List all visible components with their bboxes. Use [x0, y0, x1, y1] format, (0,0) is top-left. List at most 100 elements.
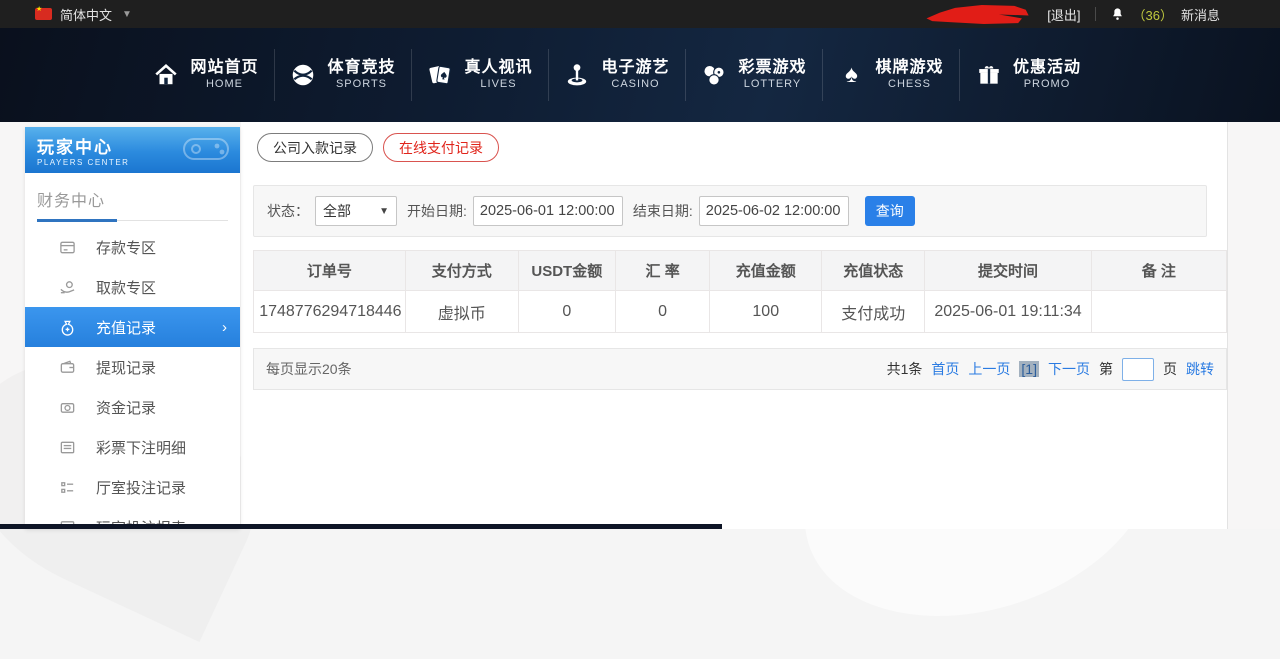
jump-go-link[interactable]: 跳转 [1186, 359, 1214, 379]
sidebar-item-room-bet-records[interactable]: 厅室投注记录 [25, 467, 240, 507]
col-recharge-status: 充值状态 [822, 251, 925, 291]
top-bar: 简体中文 ▼ [退出] （36） 新消息 [0, 0, 1280, 28]
record-type-tabs: 公司入款记录 在线支付记录 [257, 133, 1227, 162]
nav-label-zh: 真人视讯 [464, 58, 532, 78]
nav-label-zh: 电子游艺 [601, 58, 669, 78]
table-header-row: 订单号 支付方式 USDT金额 汇 率 充值金额 充值状态 提交时间 备 注 [254, 251, 1227, 291]
gift-icon [976, 62, 1002, 88]
cell-payment-method: 虚拟币 [405, 291, 518, 333]
nav-label-en: HOME [206, 78, 243, 92]
recharge-records-table: 订单号 支付方式 USDT金额 汇 率 充值金额 充值状态 提交时间 备 注 1… [253, 250, 1227, 333]
finance-section-label: 财务中心 [37, 193, 105, 210]
nav-item-sports[interactable]: 体育竞技SPORTS [275, 49, 412, 101]
nav-label-en: PROMO [1024, 78, 1071, 92]
home-icon [153, 62, 179, 88]
col-recharge-amount: 充值金额 [710, 251, 822, 291]
playing-cards-icon [427, 62, 453, 88]
finance-section-header: 财务中心 [25, 173, 240, 220]
start-date-label: 开始日期: [407, 201, 467, 221]
first-page-link[interactable]: 首页 [931, 359, 959, 379]
tab-online-payment-records[interactable]: 在线支付记录 [383, 133, 499, 162]
list-document-icon [59, 439, 76, 456]
nav-item-chess[interactable]: ♠ 棋牌游戏CHESS [823, 49, 960, 101]
sidebar-item-withdrawal-records[interactable]: 提现记录 [25, 347, 240, 387]
hand-coin-icon [59, 279, 76, 296]
start-date-input[interactable] [473, 196, 623, 226]
cell-recharge-amount: 100 [710, 291, 822, 333]
sports-ball-icon [290, 62, 316, 88]
chevron-down-icon: ▼ [122, 9, 132, 20]
page-jump-input[interactable] [1122, 358, 1154, 381]
nav-label-zh: 体育竞技 [327, 58, 395, 78]
jump-prefix-label: 第 [1099, 359, 1113, 379]
sidebar-item-deposit-zone[interactable]: 存款专区 [25, 227, 240, 267]
message-count-badge[interactable]: （36） [1133, 5, 1173, 24]
jump-suffix-label: 页 [1163, 359, 1177, 379]
cell-remark [1091, 291, 1226, 333]
lottery-balls-icon [701, 62, 727, 88]
col-order-no: 订单号 [254, 251, 406, 291]
cell-order-no: 1748776294718446 [254, 291, 406, 333]
cell-usdt-amount: 0 [518, 291, 615, 333]
col-payment-method: 支付方式 [405, 251, 518, 291]
money-bag-icon [59, 319, 76, 336]
col-exchange-rate: 汇 率 [615, 251, 709, 291]
tab-company-deposit-records[interactable]: 公司入款记录 [257, 133, 373, 162]
sidebar-item-withdraw-zone[interactable]: 取款专区 [25, 267, 240, 307]
divider [1095, 7, 1096, 21]
sidebar-item-funds-records[interactable]: 资金记录 [25, 387, 240, 427]
per-page-label: 每页显示20条 [266, 359, 352, 379]
col-submit-time: 提交时间 [925, 251, 1091, 291]
sidebar-item-label: 存款专区 [96, 237, 156, 258]
nav-label-zh: 棋牌游戏 [875, 58, 943, 78]
logout-button[interactable]: [退出] [1047, 5, 1080, 24]
chevron-down-icon: ▼ [379, 206, 389, 217]
content-area: 玩家中心 PLAYERS CENTER 财务中心 存款专区 [0, 122, 1280, 529]
filter-bar: 状态： 全部 ▼ 开始日期: 结束日期: 查询 [253, 185, 1207, 237]
nav-label-en: CHESS [888, 78, 931, 92]
joystick-icon [564, 62, 590, 88]
deposit-card-icon [59, 239, 76, 256]
section-divider [37, 220, 228, 221]
bullet-list-icon [59, 479, 76, 496]
sidebar-item-label: 彩票下注明细 [96, 437, 186, 458]
col-usdt-amount: USDT金额 [518, 251, 615, 291]
nav-item-lives[interactable]: 真人视讯LIVES [412, 49, 549, 101]
gamepad-watermark-icon [180, 133, 232, 167]
nav-label-en: CASINO [611, 78, 659, 92]
nav-label-zh: 彩票游戏 [738, 58, 806, 78]
search-button[interactable]: 查询 [865, 196, 915, 226]
nav-item-lottery[interactable]: 彩票游戏LOTTERY [686, 49, 823, 101]
player-center-sidebar: 玩家中心 PLAYERS CENTER 财务中心 存款专区 [25, 127, 240, 529]
sidebar-item-label: 提现记录 [96, 357, 156, 378]
bottom-footer-strip [0, 524, 722, 529]
sidebar-item-lottery-bet-detail[interactable]: 彩票下注明细 [25, 427, 240, 467]
nav-label-zh: 网站首页 [190, 58, 258, 78]
nav-item-home[interactable]: 网站首页HOME [138, 49, 275, 101]
sidebar-item-label: 取款专区 [96, 277, 156, 298]
nav-label-en: SPORTS [336, 78, 387, 92]
next-page-link[interactable]: 下一页 [1048, 359, 1090, 379]
end-date-input[interactable] [699, 196, 849, 226]
current-page-indicator[interactable]: [1] [1019, 361, 1039, 377]
sidebar-item-recharge-records[interactable]: 充值记录 › [25, 307, 240, 347]
status-select[interactable]: 全部 ▼ [315, 196, 397, 226]
nav-item-casino[interactable]: 电子游艺CASINO [549, 49, 686, 101]
spade-icon: ♠ [838, 62, 864, 88]
cell-exchange-rate: 0 [615, 291, 709, 333]
status-select-value: 全部 [323, 201, 351, 221]
bell-icon[interactable] [1110, 6, 1125, 22]
nav-item-promo[interactable]: 优惠活动PROMO [960, 49, 1097, 101]
language-selector[interactable]: 简体中文 [60, 5, 112, 24]
prev-page-link[interactable]: 上一页 [968, 359, 1010, 379]
cell-recharge-status: 支付成功 [822, 291, 925, 333]
sidebar-item-label: 厅室投注记录 [96, 477, 186, 498]
sidebar-item-label: 资金记录 [96, 397, 156, 418]
cell-submit-time: 2025-06-01 19:11:34 [925, 291, 1091, 333]
sidebar-item-label: 充值记录 [96, 317, 156, 338]
sidebar-header: 玩家中心 PLAYERS CENTER [25, 127, 240, 173]
pagination-bar: 每页显示20条 共1条 首页 上一页 [1] 下一页 第 页 跳转 [253, 348, 1227, 390]
main-nav: 网站首页HOME 体育竞技SPORTS 真人视讯LIVES [0, 28, 1280, 122]
chevron-right-icon: › [222, 319, 227, 336]
new-messages-link[interactable]: 新消息 [1181, 5, 1220, 24]
